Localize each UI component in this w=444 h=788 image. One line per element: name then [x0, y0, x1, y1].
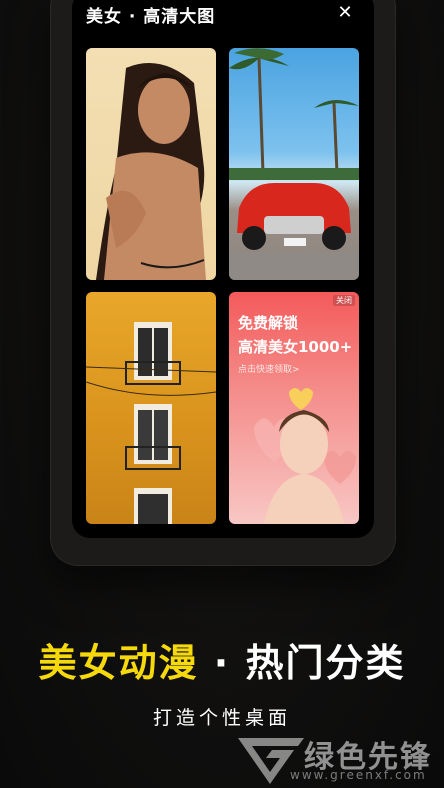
close-icon[interactable]: ✕	[334, 2, 356, 24]
subline: 打造个性桌面	[152, 707, 291, 729]
car-illustration	[229, 48, 359, 280]
modal-header: 美女 · 高清大图 ✕	[72, 0, 374, 44]
phone-screen: 美女 · 高清大图 ✕ 关闭 免费解锁 高清美女1000+ 点击快速领取>	[72, 0, 374, 538]
headline-part1: 美女动漫	[38, 641, 199, 685]
red-car-palm-trees-image[interactable]	[229, 48, 359, 280]
ad-card[interactable]: 关闭 免费解锁 高清美女1000+ 点击快速领取>	[229, 292, 359, 524]
modal-title: 美女 · 高清大图	[86, 7, 216, 27]
headline-part2: 热门分类	[245, 641, 406, 685]
image-grid: 关闭 免费解锁 高清美女1000+ 点击快速领取>	[86, 48, 360, 524]
building-illustration	[86, 322, 216, 524]
headline-separator: ·	[213, 641, 231, 685]
watermark-url: www.greenxf.com	[290, 768, 427, 782]
portrait-illustration	[96, 63, 206, 280]
watermark: 绿色先锋 www.greenxf.com	[236, 732, 444, 788]
headline: 美女动漫 · 热门分类	[0, 632, 444, 687]
ad-illustration	[254, 388, 356, 524]
yellow-building-image[interactable]	[86, 292, 216, 524]
portrait-woman-image[interactable]	[86, 48, 216, 280]
